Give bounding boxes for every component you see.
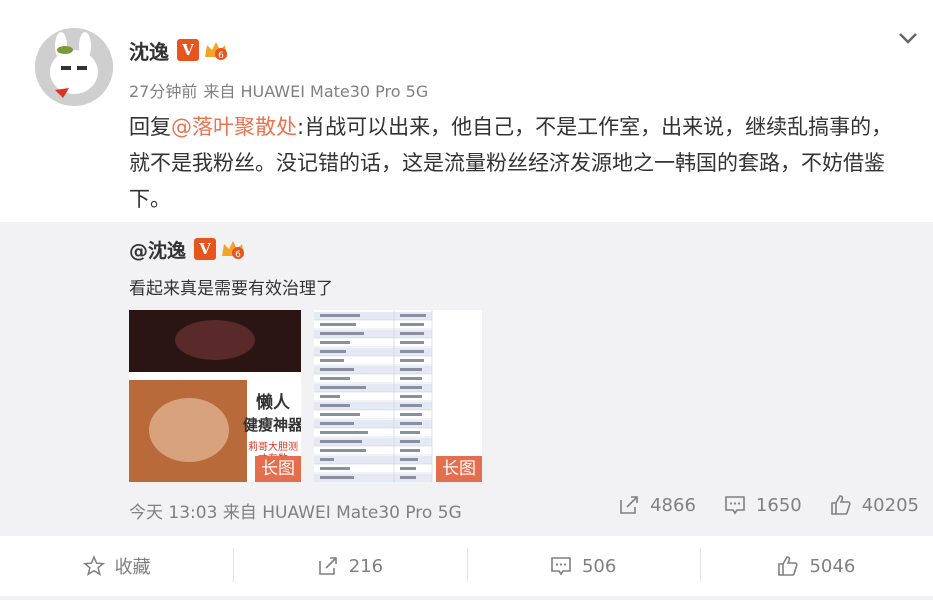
avatar[interactable] <box>35 28 113 106</box>
crown-icon: 6 <box>205 42 227 61</box>
chevron-down-icon[interactable] <box>896 28 920 48</box>
post-content: 回复@落叶聚散处:肖战可以出来，他自己，不是工作室，出来说，继续乱搞事的，就不是… <box>129 109 909 217</box>
like-icon <box>778 556 799 576</box>
retweet-stats: 4866 1650 40205 <box>618 494 919 516</box>
verified-badge: V <box>177 39 199 61</box>
action-bar: 收藏 216 506 5046 <box>0 536 933 596</box>
post-source: 来自 HUAWEI Mate30 Pro 5G <box>203 82 429 101</box>
retweet-share-button[interactable]: 4866 <box>618 494 696 516</box>
comment-button[interactable]: 506 <box>466 536 700 596</box>
retweet-username[interactable]: @沈逸 <box>129 236 186 263</box>
username[interactable]: 沈逸 <box>129 36 169 65</box>
retweet-share-count: 4866 <box>650 494 696 516</box>
long-image-tag: 长图 <box>255 456 301 482</box>
retweet-like-count: 40205 <box>861 494 919 516</box>
share-icon <box>620 496 638 514</box>
comment-count: 506 <box>581 555 617 577</box>
share-button[interactable]: 216 <box>233 536 466 596</box>
retweet-image-2[interactable]: 长图 <box>314 310 482 482</box>
retweet-comment-button[interactable]: 1650 <box>724 494 802 516</box>
like-button[interactable]: 5046 <box>699 536 933 596</box>
retweet-user-row: @沈逸 V 6 <box>129 236 246 262</box>
retweet-like-button[interactable]: 40205 <box>830 494 919 516</box>
retweet-time[interactable]: 今天 13:03 <box>129 503 217 523</box>
comment-icon <box>551 557 571 576</box>
weibo-card: 沈逸 V 6 27分钟前 来自 HUAWEI Mate30 Pro 5G 回复@… <box>0 0 933 600</box>
post-meta: 27分钟前 来自 HUAWEI Mate30 Pro 5G <box>129 78 428 102</box>
reply-prefix: 回复 <box>129 115 171 139</box>
retweet-verified-badge: V <box>194 238 217 260</box>
image-caption-3: 莉哥大胆测 <box>248 440 298 453</box>
favorite-button[interactable]: 收藏 <box>0 536 233 596</box>
retweet-source: 来自 HUAWEI Mate30 Pro 5G <box>222 503 462 523</box>
share-count: 216 <box>348 555 384 577</box>
post-time[interactable]: 27分钟前 <box>129 78 197 102</box>
retweet-text: 看起来真是需要有效治理了 <box>129 279 333 299</box>
like-icon <box>830 495 851 515</box>
image-caption-2: 健瘦神器 <box>243 416 301 434</box>
favorite-label: 收藏 <box>114 557 151 578</box>
svg-text:6: 6 <box>218 51 224 61</box>
image-caption-1: 懒人 <box>256 392 291 413</box>
crown-icon: 6 <box>222 241 245 260</box>
username-row: 沈逸 V 6 <box>129 36 229 64</box>
star-icon <box>82 555 105 576</box>
retweet-comment-count: 1650 <box>755 494 802 516</box>
share-icon <box>318 557 337 575</box>
retweet-image-1[interactable]: 懒人 健瘦神器 莉哥大胆测 才有数 长图 <box>129 310 301 482</box>
svg-text:6: 6 <box>235 250 241 260</box>
card-bottom-divider <box>0 596 933 600</box>
retweet-meta: 今天 13:03 来自 HUAWEI Mate30 Pro 5G <box>129 498 462 523</box>
like-count: 5046 <box>809 555 856 577</box>
long-image-tag: 长图 <box>436 456 482 482</box>
retweet-block[interactable]: @沈逸 V 6 看起来真是需要有效治理了 懒人 健瘦神器 莉哥大胆测 才有数 <box>0 222 933 536</box>
comment-icon <box>725 496 745 515</box>
mention-link[interactable]: @落叶聚散处 <box>171 115 297 139</box>
